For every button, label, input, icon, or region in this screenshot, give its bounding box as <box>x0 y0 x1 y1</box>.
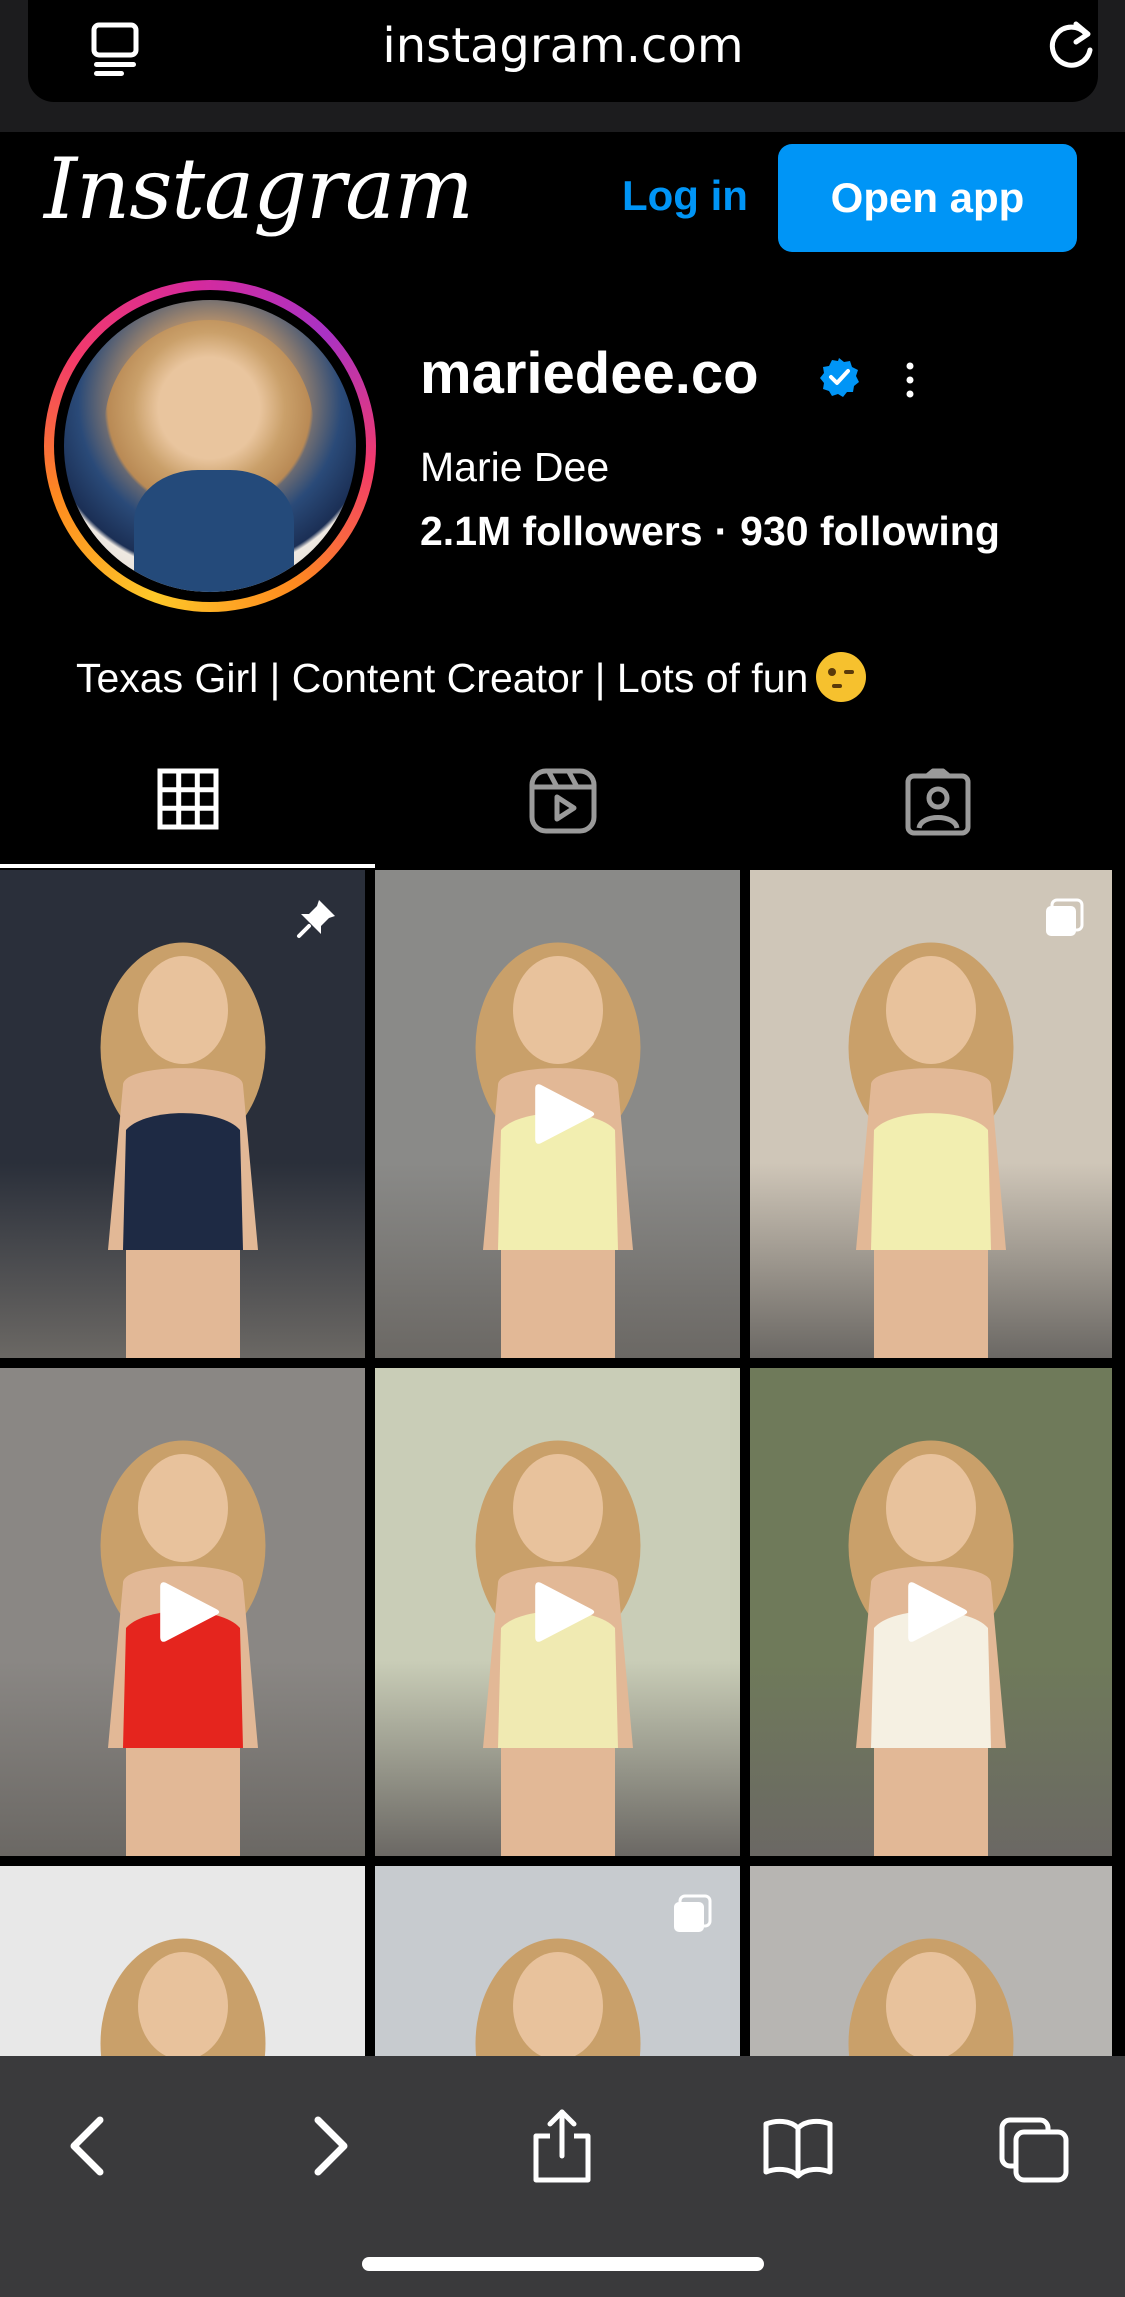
tab-tagged[interactable] <box>750 740 1125 868</box>
tagged-icon <box>905 768 970 836</box>
avatar[interactable] <box>44 280 376 612</box>
profile-stats: 2.1M followers · 930 following <box>420 508 1000 555</box>
posts-grid <box>0 870 1125 2056</box>
grid-icon <box>157 768 218 830</box>
url-text[interactable]: instagram.com <box>28 18 1098 74</box>
tabs-icon[interactable] <box>998 2106 1070 2186</box>
share-icon[interactable] <box>526 2106 598 2186</box>
reload-icon[interactable] <box>1046 18 1098 72</box>
winking-face-icon <box>816 652 867 702</box>
followers-count[interactable]: 2.1M followers <box>420 508 703 554</box>
bio-text: Texas Girl | Content Creator | Lots of f… <box>76 655 809 701</box>
post-thumbnail[interactable] <box>0 1368 365 1856</box>
more-options-icon[interactable] <box>898 358 922 402</box>
tab-active-indicator <box>0 864 375 868</box>
home-indicator <box>362 2257 764 2271</box>
avatar-photo <box>64 300 356 592</box>
stats-separator: · <box>714 508 729 554</box>
post-thumbnail[interactable] <box>375 1866 740 2056</box>
browser-top-bar: instagram.com <box>0 0 1125 132</box>
post-thumbnail[interactable] <box>0 1866 365 2056</box>
carousel-icon <box>1046 898 1084 936</box>
post-photo <box>848 1938 1014 2056</box>
post-thumbnail[interactable] <box>750 1866 1112 2056</box>
pin-icon <box>297 900 335 938</box>
profile-tabs <box>0 740 1125 868</box>
tab-posts[interactable] <box>0 740 375 868</box>
play-icon <box>534 1582 594 1642</box>
instagram-header: Instagram Log in Open app <box>0 132 1125 272</box>
post-thumbnail[interactable] <box>750 1368 1112 1856</box>
play-icon <box>159 1582 219 1642</box>
post-photo <box>100 942 265 1358</box>
address-bar[interactable]: instagram.com <box>28 0 1098 102</box>
instagram-logo[interactable]: Instagram <box>44 140 474 238</box>
profile-bio: Texas Girl | Content Creator | Lots of f… <box>76 652 867 702</box>
carousel-icon <box>674 1894 712 1932</box>
reels-icon <box>529 768 596 834</box>
following-count[interactable]: 930 following <box>740 508 1000 554</box>
post-thumbnail[interactable] <box>375 870 740 1358</box>
login-link[interactable]: Log in <box>622 172 748 220</box>
profile-full-name: Marie Dee <box>420 444 610 490</box>
post-photo <box>475 1938 640 2056</box>
post-thumbnail[interactable] <box>375 1368 740 1856</box>
post-photo <box>100 1938 265 2056</box>
verified-badge-icon <box>820 358 859 397</box>
forward-icon[interactable] <box>294 2106 366 2186</box>
profile-username: mariedee.co <box>420 341 759 406</box>
play-icon <box>908 1582 968 1642</box>
post-thumbnail[interactable] <box>0 870 365 1358</box>
post-photo <box>848 942 1014 1358</box>
tab-reels[interactable] <box>375 740 750 868</box>
play-icon <box>534 1084 594 1144</box>
back-icon[interactable] <box>52 2106 124 2186</box>
open-app-button[interactable]: Open app <box>778 144 1077 252</box>
bookmarks-icon[interactable] <box>762 2106 834 2186</box>
post-thumbnail[interactable] <box>750 870 1112 1358</box>
